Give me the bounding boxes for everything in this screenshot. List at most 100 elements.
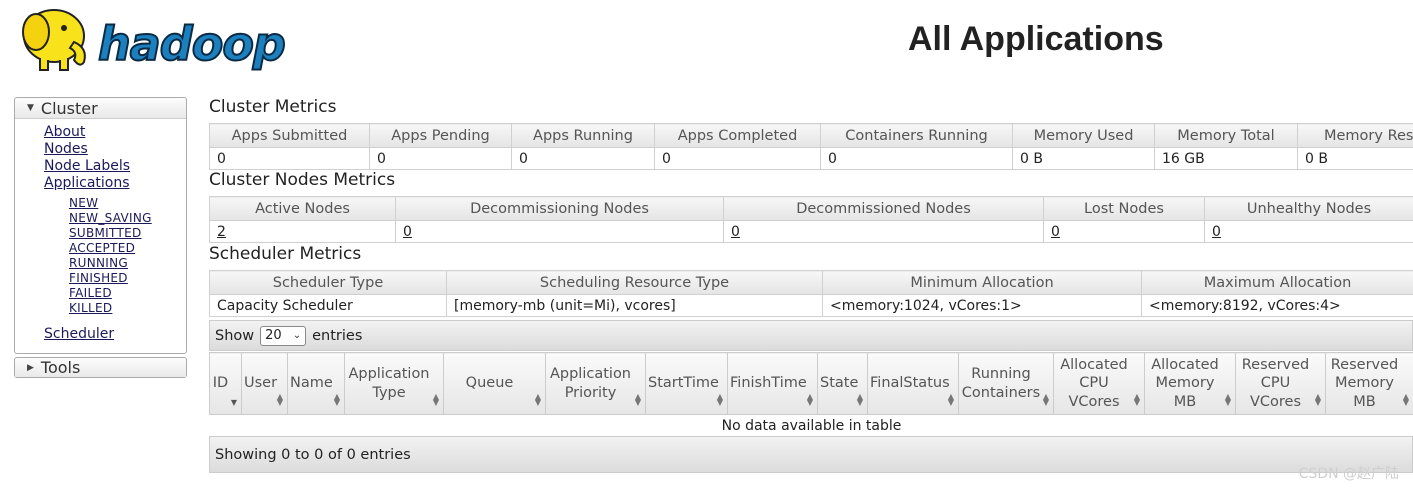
- nodes-metrics-table: Active Nodes Decommissioning Nodes Decom…: [209, 196, 1413, 243]
- scheduler-metrics-table: Scheduler Type Scheduling Resource Type …: [209, 270, 1413, 317]
- metric-value-containers-running: 0: [820, 147, 1013, 170]
- sort-both-icon: ▲ ▼: [716, 392, 723, 407]
- app-state-link-accepted[interactable]: ACCEPTED: [69, 241, 135, 255]
- column-header-allocated-memory[interactable]: Allocated Memory MB ▲ ▼: [1144, 352, 1236, 415]
- column-header-final-status[interactable]: FinalStatus ▲ ▼: [867, 352, 959, 415]
- scheduler-metrics-title: Scheduler Metrics: [209, 244, 362, 264]
- column-label-allocated-cpu: Allocated CPU VCores: [1060, 356, 1128, 410]
- page-title: All Applications: [908, 20, 1164, 58]
- logo-wordmark: hadoop: [98, 17, 285, 71]
- sidebar-cluster-header[interactable]: ▼ Cluster: [15, 98, 186, 119]
- sort-both-icon: ▲ ▼: [806, 392, 813, 407]
- column-header-queue[interactable]: Queue ▲ ▼: [443, 352, 546, 415]
- watermark: CSDN @赵广陆: [1298, 466, 1399, 482]
- column-label-running-containers: Running Containers: [961, 366, 1041, 401]
- page-length-value: 20: [265, 328, 282, 343]
- metric-header-memory-reserved: Memory Rese: [1297, 123, 1413, 148]
- column-label-reserved-memory: Reserved Memory MB: [1330, 356, 1399, 410]
- column-header-application-priority[interactable]: Application Priority ▲ ▼: [545, 352, 646, 415]
- column-label-id: ID: [212, 375, 229, 392]
- sort-both-icon: ▲ ▼: [856, 392, 863, 407]
- metric-header-memory-total: Memory Total: [1154, 123, 1298, 148]
- column-header-running-containers[interactable]: Running Containers ▲ ▼: [958, 352, 1054, 415]
- nodes-value-decommissioning-link[interactable]: 0: [403, 224, 412, 240]
- column-label-application-priority: Application Priority: [549, 366, 632, 401]
- app-state-link-running[interactable]: RUNNING: [69, 256, 128, 270]
- app-state-link-new-saving[interactable]: NEW_SAVING: [69, 211, 152, 225]
- sort-both-icon: ▲ ▼: [276, 392, 283, 407]
- scheduler-value-type: Capacity Scheduler: [209, 294, 447, 317]
- app-state-link-killed[interactable]: KILLED: [69, 301, 112, 315]
- empty-table-message: No data available in table: [209, 414, 1413, 437]
- nodes-value-lost-link[interactable]: 0: [1051, 224, 1060, 240]
- column-header-id[interactable]: ID ▼: [209, 352, 242, 415]
- applications-table: ID ▼ User ▲ ▼ Name ▲ ▼ Application Type ▲ ▼ Que…: [209, 352, 1413, 437]
- column-header-reserved-cpu[interactable]: Reserved CPU VCores ▲ ▼: [1235, 352, 1326, 415]
- nodes-header-decommissioned: Decommissioned Nodes: [723, 196, 1044, 221]
- nodes-metrics-title: Cluster Nodes Metrics: [209, 170, 396, 190]
- column-header-state[interactable]: State ▲ ▼: [817, 352, 868, 415]
- column-label-user: User: [244, 375, 278, 392]
- sidebar-tools-panel[interactable]: ▶ Tools: [14, 357, 187, 378]
- sidebar-cluster-label: Cluster: [40, 98, 98, 118]
- column-header-reserved-memory[interactable]: Reserved Memory MB ▲ ▼: [1325, 352, 1413, 415]
- sort-both-icon: ▲ ▼: [634, 392, 641, 407]
- cluster-metrics-title: Cluster Metrics: [209, 97, 337, 117]
- sidebar-link-about[interactable]: About: [44, 124, 85, 140]
- metric-value-memory-reserved: 0 B: [1297, 147, 1413, 170]
- sidebar-link-applications[interactable]: Applications: [44, 175, 130, 191]
- sort-both-icon: ▲ ▼: [947, 392, 954, 407]
- scheduler-header-type: Scheduler Type: [209, 270, 447, 295]
- sort-both-icon: ▲ ▼: [1314, 392, 1321, 407]
- column-header-allocated-cpu[interactable]: Allocated CPU VCores ▲ ▼: [1053, 352, 1145, 415]
- metric-value-memory-used: 0 B: [1012, 147, 1155, 170]
- column-header-finish-time[interactable]: FinishTime ▲ ▼: [727, 352, 818, 415]
- nodes-header-unhealthy: Unhealthy Nodes: [1204, 196, 1413, 221]
- table-info-text: Showing 0 to 0 of 0 entries: [215, 446, 411, 463]
- expanded-triangle-icon: ▼: [27, 103, 34, 113]
- metric-header-apps-running: Apps Running: [511, 123, 655, 148]
- collapsed-triangle-icon: ▶: [27, 362, 34, 373]
- app-state-link-submitted[interactable]: SUBMITTED: [69, 226, 142, 240]
- sidebar-tools-header[interactable]: ▶ Tools: [15, 358, 186, 377]
- nodes-value-unhealthy-link[interactable]: 0: [1212, 224, 1221, 240]
- column-label-name: Name: [290, 375, 333, 392]
- nodes-header-decommissioning: Decommissioning Nodes: [395, 196, 724, 221]
- app-state-link-finished[interactable]: FINISHED: [69, 271, 128, 285]
- column-header-start-time[interactable]: StartTime ▲ ▼: [645, 352, 728, 415]
- sort-both-icon: ▲ ▼: [333, 392, 340, 407]
- column-label-final-status: FinalStatus: [870, 375, 950, 392]
- show-label: Show: [215, 327, 255, 344]
- column-header-application-type[interactable]: Application Type ▲ ▼: [344, 352, 444, 415]
- column-label-finish-time: FinishTime: [730, 375, 807, 392]
- metric-value-apps-running: 0: [511, 147, 655, 170]
- metric-value-apps-pending: 0: [369, 147, 512, 170]
- metric-header-containers-running: Containers Running: [820, 123, 1013, 148]
- entries-label: entries: [312, 327, 363, 344]
- sidebar-cluster-panel: ▼ Cluster About Nodes Node Labels Applic…: [14, 97, 187, 354]
- sidebar-link-nodes[interactable]: Nodes: [44, 141, 88, 157]
- chevron-down-icon: ⌄: [292, 330, 302, 341]
- app-state-link-failed[interactable]: FAILED: [69, 286, 112, 300]
- scheduler-header-max-allocation: Maximum Allocation: [1141, 270, 1413, 295]
- column-header-name[interactable]: Name ▲ ▼: [287, 352, 345, 415]
- app-state-link-new[interactable]: NEW: [69, 196, 98, 210]
- sort-both-icon: ▲ ▼: [1042, 392, 1049, 407]
- sidebar-tools-label: Tools: [40, 358, 81, 377]
- nodes-value-active-link[interactable]: 2: [217, 224, 226, 240]
- column-header-user[interactable]: User ▲ ▼: [241, 352, 288, 415]
- nodes-value-decommissioned-link[interactable]: 0: [731, 224, 740, 240]
- metric-value-apps-completed: 0: [654, 147, 821, 170]
- scheduler-header-resource-type: Scheduling Resource Type: [446, 270, 823, 295]
- metric-header-apps-submitted: Apps Submitted: [209, 123, 370, 148]
- page-length-select[interactable]: 20 ⌄: [260, 325, 307, 346]
- sort-both-icon: ▲ ▼: [1133, 392, 1140, 407]
- column-label-application-type: Application Type: [348, 366, 430, 401]
- scheduler-header-min-allocation: Minimum Allocation: [822, 270, 1142, 295]
- column-label-queue: Queue: [465, 375, 514, 392]
- sidebar-link-scheduler[interactable]: Scheduler: [44, 326, 114, 342]
- metric-value-memory-total: 16 GB: [1154, 147, 1298, 170]
- sidebar-link-node-labels[interactable]: Node Labels: [44, 158, 130, 174]
- table-length-bar: Show 20 ⌄ entries: [209, 320, 1413, 351]
- sort-both-icon: ▲ ▼: [1402, 392, 1409, 407]
